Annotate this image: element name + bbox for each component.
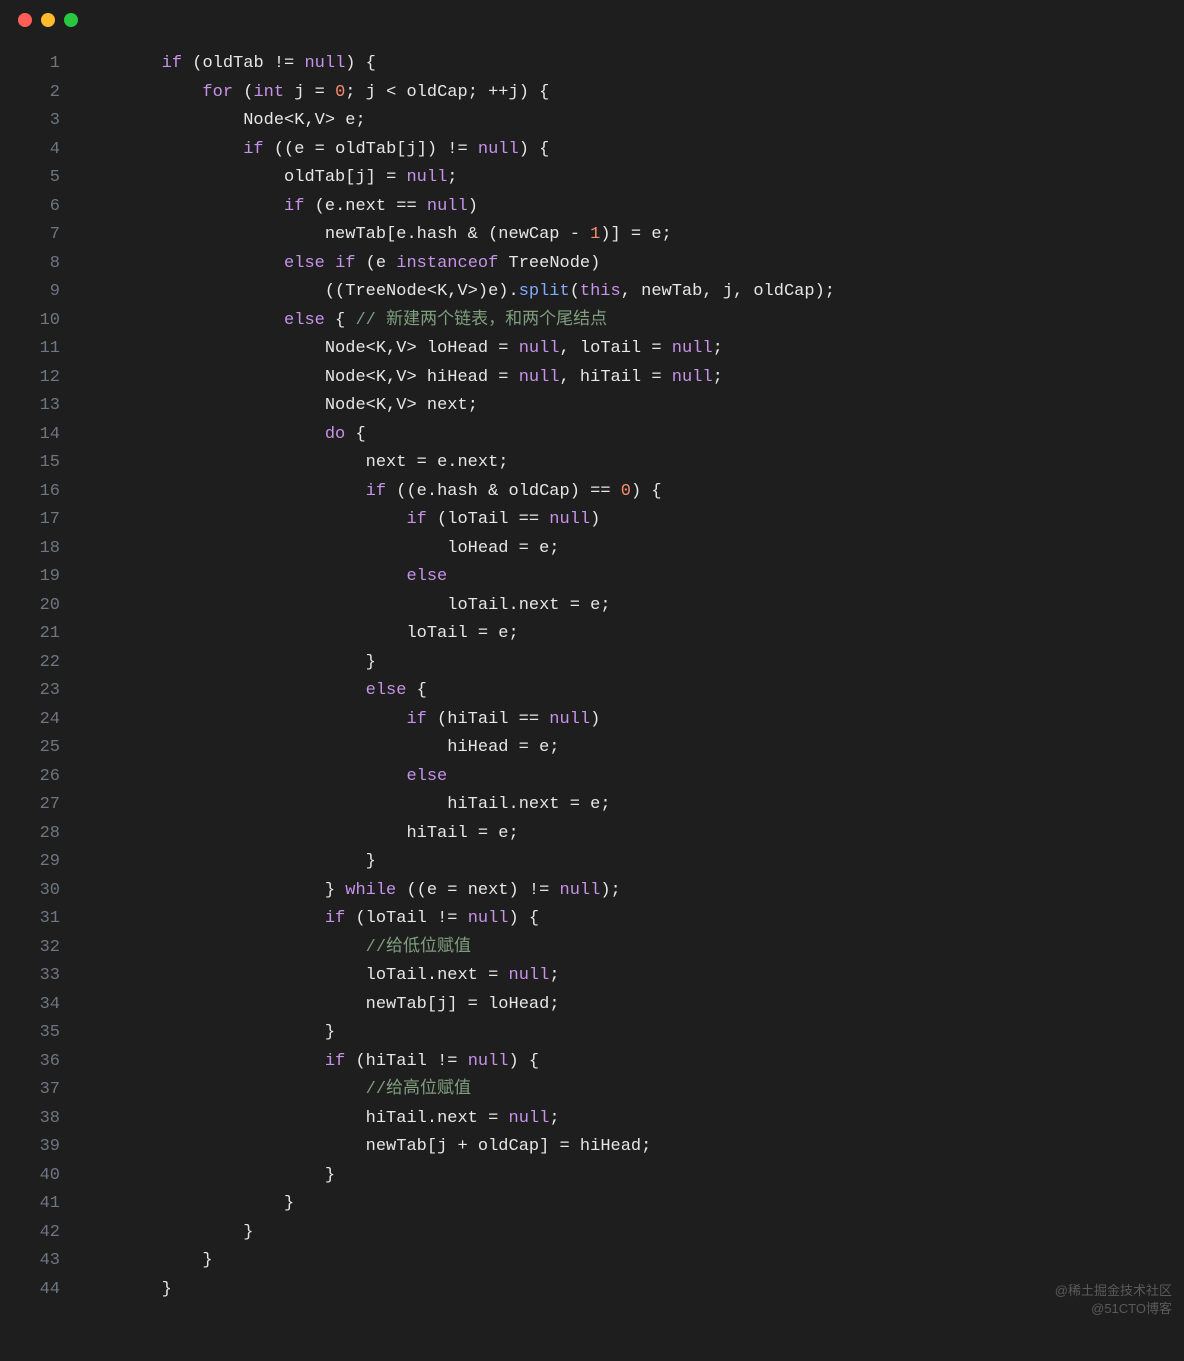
code-line: if ((e = oldTab[j]) != null) {	[80, 136, 1184, 165]
line-number: 23	[0, 677, 60, 706]
code-line: //给高位赋值	[80, 1076, 1184, 1105]
line-number: 6	[0, 193, 60, 222]
code-line: }	[80, 848, 1184, 877]
code-line: else if (e instanceof TreeNode)	[80, 250, 1184, 279]
line-number: 7	[0, 221, 60, 250]
code-line: if (hiTail != null) {	[80, 1048, 1184, 1077]
code-line: hiHead = e;	[80, 734, 1184, 763]
line-number: 40	[0, 1162, 60, 1191]
code-line: Node<K,V> hiHead = null, hiTail = null;	[80, 364, 1184, 393]
line-number: 21	[0, 620, 60, 649]
line-number: 3	[0, 107, 60, 136]
code-line: hiTail = e;	[80, 820, 1184, 849]
line-number: 15	[0, 449, 60, 478]
line-number: 10	[0, 307, 60, 336]
code-line: }	[80, 1162, 1184, 1191]
minimize-icon[interactable]	[41, 13, 55, 27]
code-line: if (hiTail == null)	[80, 706, 1184, 735]
line-number: 13	[0, 392, 60, 421]
line-number: 5	[0, 164, 60, 193]
code-line: newTab[e.hash & (newCap - 1)] = e;	[80, 221, 1184, 250]
code-line: else	[80, 563, 1184, 592]
code-area[interactable]: if (oldTab != null) { for (int j = 0; j …	[80, 50, 1184, 1304]
code-line: if ((e.hash & oldCap) == 0) {	[80, 478, 1184, 507]
code-line: } while ((e = next) != null);	[80, 877, 1184, 906]
watermark-line: @稀土掘金技术社区	[1055, 1282, 1172, 1300]
line-number: 35	[0, 1019, 60, 1048]
code-line: next = e.next;	[80, 449, 1184, 478]
code-line: loTail.next = e;	[80, 592, 1184, 621]
window-titlebar	[0, 0, 1184, 40]
code-line: if (e.next == null)	[80, 193, 1184, 222]
line-number: 33	[0, 962, 60, 991]
code-line: }	[80, 1019, 1184, 1048]
code-line: else	[80, 763, 1184, 792]
code-window: 1 2 3 4 5 6 7 8 9 10 11 12 13 14 15 16 1…	[0, 0, 1184, 1324]
code-line: }	[80, 1276, 1184, 1305]
line-number: 17	[0, 506, 60, 535]
line-number: 29	[0, 848, 60, 877]
line-number: 34	[0, 991, 60, 1020]
line-number: 19	[0, 563, 60, 592]
line-number: 31	[0, 905, 60, 934]
code-line: for (int j = 0; j < oldCap; ++j) {	[80, 79, 1184, 108]
line-number: 1	[0, 50, 60, 79]
code-line: Node<K,V> loHead = null, loTail = null;	[80, 335, 1184, 364]
line-number: 20	[0, 592, 60, 621]
line-number-gutter: 1 2 3 4 5 6 7 8 9 10 11 12 13 14 15 16 1…	[0, 50, 80, 1304]
code-line: oldTab[j] = null;	[80, 164, 1184, 193]
code-line: if (loTail != null) {	[80, 905, 1184, 934]
line-number: 2	[0, 79, 60, 108]
code-line: newTab[j + oldCap] = hiHead;	[80, 1133, 1184, 1162]
line-number: 11	[0, 335, 60, 364]
line-number: 18	[0, 535, 60, 564]
code-line: loTail.next = null;	[80, 962, 1184, 991]
code-line: else { // 新建两个链表，和两个尾结点	[80, 307, 1184, 336]
line-number: 25	[0, 734, 60, 763]
line-number: 42	[0, 1219, 60, 1248]
line-number: 4	[0, 136, 60, 165]
watermark: @稀土掘金技术社区 @51CTO博客	[1055, 1282, 1172, 1318]
code-line: if (oldTab != null) {	[80, 50, 1184, 79]
line-number: 27	[0, 791, 60, 820]
line-number: 26	[0, 763, 60, 792]
code-editor: 1 2 3 4 5 6 7 8 9 10 11 12 13 14 15 16 1…	[0, 40, 1184, 1304]
line-number: 32	[0, 934, 60, 963]
line-number: 16	[0, 478, 60, 507]
code-line: Node<K,V> next;	[80, 392, 1184, 421]
line-number: 41	[0, 1190, 60, 1219]
code-line: hiTail.next = e;	[80, 791, 1184, 820]
code-line: }	[80, 1190, 1184, 1219]
line-number: 9	[0, 278, 60, 307]
line-number: 30	[0, 877, 60, 906]
watermark-line: @51CTO博客	[1055, 1300, 1172, 1318]
code-line: hiTail.next = null;	[80, 1105, 1184, 1134]
line-number: 8	[0, 250, 60, 279]
code-line: //给低位赋值	[80, 934, 1184, 963]
line-number: 28	[0, 820, 60, 849]
code-line: loTail = e;	[80, 620, 1184, 649]
line-number: 43	[0, 1247, 60, 1276]
code-line: }	[80, 649, 1184, 678]
line-number: 14	[0, 421, 60, 450]
code-line: }	[80, 1247, 1184, 1276]
line-number: 39	[0, 1133, 60, 1162]
code-line: if (loTail == null)	[80, 506, 1184, 535]
line-number: 37	[0, 1076, 60, 1105]
line-number: 44	[0, 1276, 60, 1305]
code-line: newTab[j] = loHead;	[80, 991, 1184, 1020]
line-number: 36	[0, 1048, 60, 1077]
code-line: ((TreeNode<K,V>)e).split(this, newTab, j…	[80, 278, 1184, 307]
line-number: 12	[0, 364, 60, 393]
close-icon[interactable]	[18, 13, 32, 27]
code-line: }	[80, 1219, 1184, 1248]
code-line: do {	[80, 421, 1184, 450]
code-line: loHead = e;	[80, 535, 1184, 564]
line-number: 38	[0, 1105, 60, 1134]
maximize-icon[interactable]	[64, 13, 78, 27]
code-line: Node<K,V> e;	[80, 107, 1184, 136]
code-line: else {	[80, 677, 1184, 706]
line-number: 22	[0, 649, 60, 678]
line-number: 24	[0, 706, 60, 735]
